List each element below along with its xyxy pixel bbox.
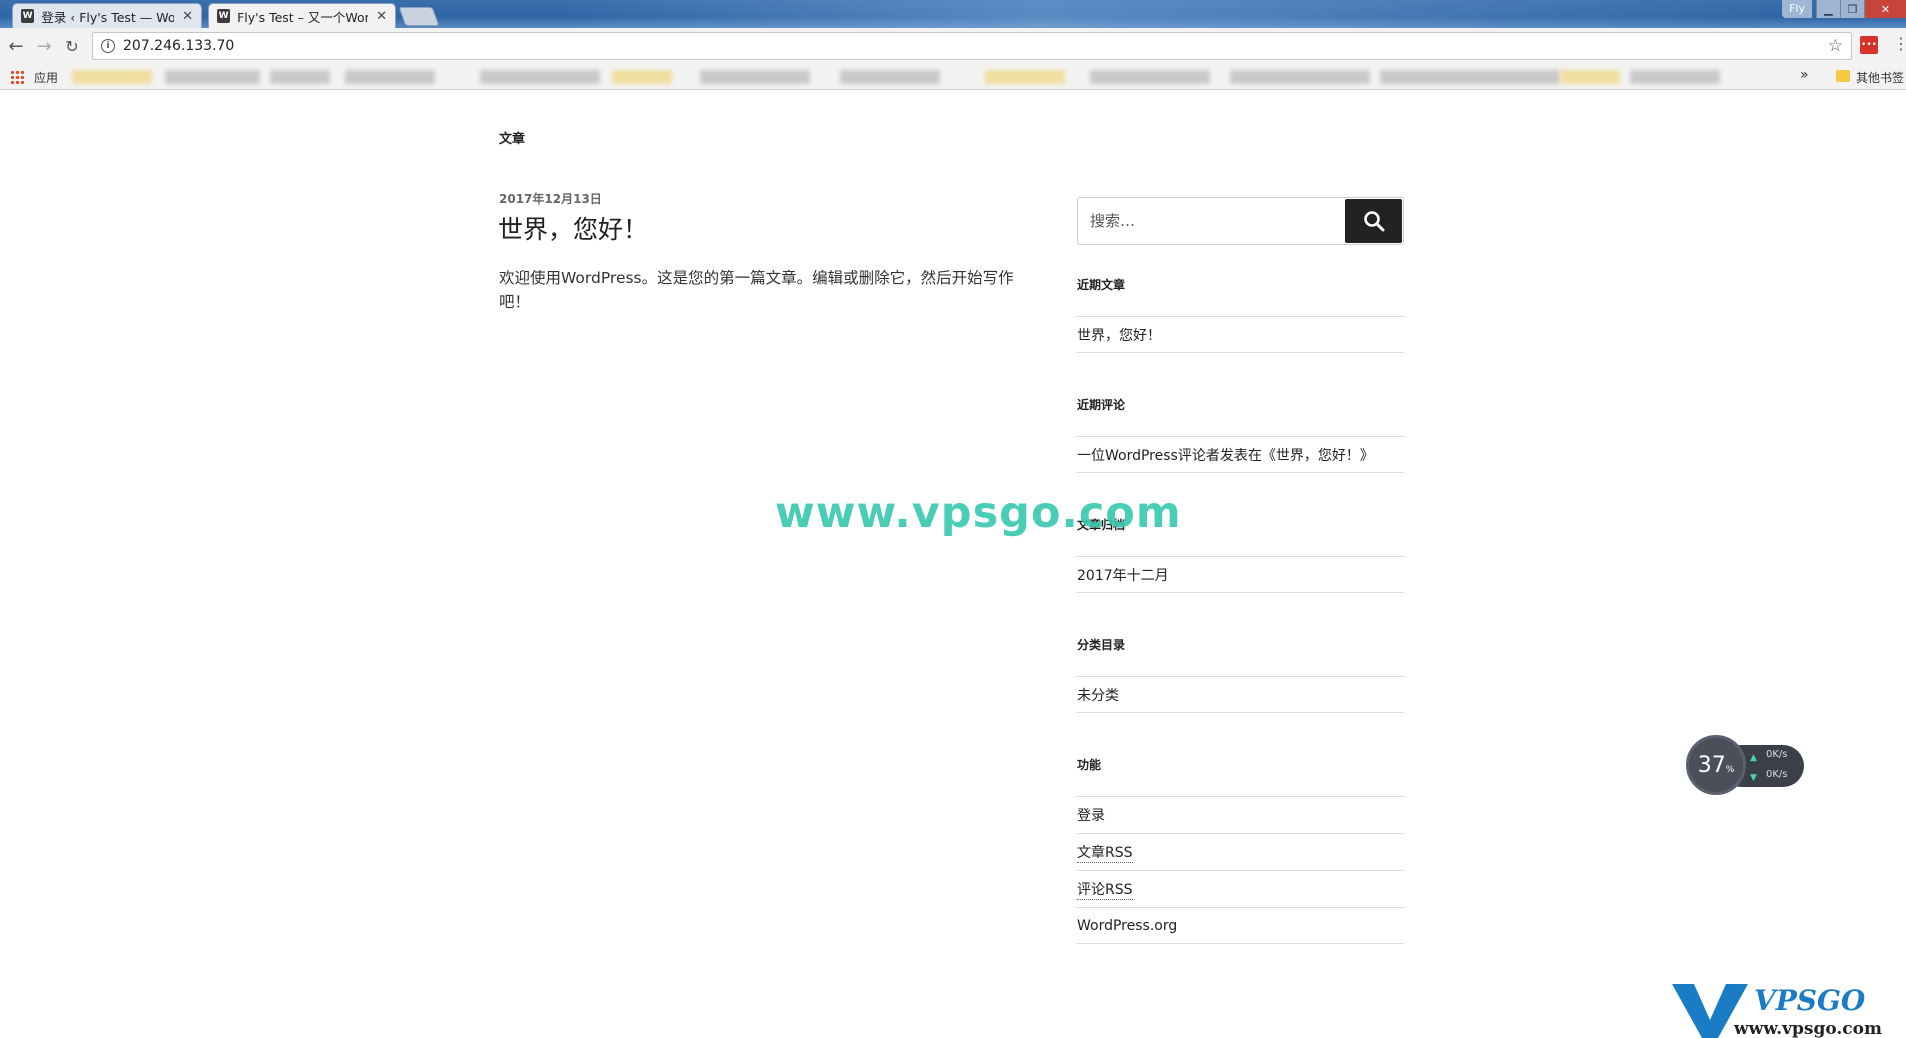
window-controls: Fly ▁ ❐ ✕ [1782, 0, 1906, 18]
widget-title-categories: 分类目录 [1077, 638, 1126, 652]
blurred-bookmark[interactable] [165, 70, 260, 84]
memory-usage-gauge: 37% [1686, 735, 1746, 795]
tab-home[interactable]: W Fly's Test – 又一个Word ✕ [208, 3, 396, 28]
tab-strip: W 登录 ‹ Fly's Test — Wor ✕ W Fly's Test –… [0, 0, 1906, 28]
blurred-bookmark[interactable] [612, 70, 672, 84]
vpsgo-logo: VPSGO www.vpsgo.com [1672, 980, 1906, 1038]
tab-login[interactable]: W 登录 ‹ Fly's Test — Wor ✕ [12, 3, 202, 28]
browser-toolbar: ← → ↻ i 207.246.133.70 ☆ ••• ⋮ [0, 28, 1906, 64]
list-item: 评论RSS [1077, 870, 1404, 907]
wordpress-org-link[interactable]: WordPress.org [1077, 918, 1177, 934]
recent-posts-list: 世界，您好！ [1077, 316, 1404, 353]
url-text: 207.246.133.70 [123, 38, 235, 54]
page-content: 文章 2017年12月13日 世界，您好！ 欢迎使用WordPress。这是您的… [0, 90, 1906, 1038]
blurred-bookmark[interactable] [1230, 70, 1370, 84]
list-item: 文章RSS [1077, 833, 1404, 870]
widget-title-recent-posts: 近期文章 [1077, 278, 1126, 292]
logo-text: VPSGO [1754, 984, 1866, 1017]
close-window-button[interactable]: ✕ [1864, 0, 1906, 18]
widget-title-recent-comments: 近期评论 [1077, 398, 1126, 412]
maximize-button[interactable]: ❐ [1840, 0, 1864, 18]
search-input[interactable] [1078, 198, 1346, 244]
browser-menu-icon[interactable]: ⋮ [1893, 34, 1906, 53]
logo-url: www.vpsgo.com [1733, 1019, 1882, 1038]
recent-post-link[interactable]: 世界，您好！ [1077, 325, 1161, 345]
new-tab-button[interactable] [398, 7, 440, 26]
blurred-bookmark[interactable] [1560, 70, 1620, 84]
bookmark-star-icon[interactable]: ☆ [1828, 36, 1843, 56]
bookmarks-bar: 应用 » 其他书签 [0, 64, 1906, 90]
blurred-bookmark[interactable] [345, 70, 435, 84]
post-date-link[interactable]: 2017年12月13日 [499, 190, 602, 207]
address-bar[interactable]: i 207.246.133.70 ☆ [92, 32, 1852, 60]
list-item: 未分类 [1077, 676, 1404, 713]
post-title-link[interactable]: 世界，您好！ [498, 210, 648, 246]
blurred-bookmark[interactable] [985, 70, 1065, 84]
categories-list: 未分类 [1077, 676, 1404, 713]
tab-title: 登录 ‹ Fly's Test — Wor [41, 9, 175, 25]
comments-rss-link[interactable]: 评论RSS [1077, 879, 1133, 900]
apps-bookmark[interactable]: 应用 [34, 69, 58, 86]
tab-title: Fly's Test – 又一个Word [237, 9, 369, 25]
list-item: 2017年十二月 [1077, 556, 1404, 593]
search-form [1077, 197, 1404, 245]
upload-speed: 0K/s [1766, 749, 1788, 760]
blurred-bookmark[interactable] [72, 70, 152, 84]
blurred-bookmark[interactable] [1630, 70, 1720, 84]
list-item: 一位WordPress评论者发表在《世界，您好！》 [1077, 436, 1404, 473]
archives-list: 2017年十二月 [1077, 556, 1404, 593]
download-speed: 0K/s [1766, 769, 1788, 780]
page-heading: 文章 [499, 132, 526, 147]
download-arrow-icon: ▼ [1750, 773, 1757, 783]
blurred-bookmark[interactable] [1090, 70, 1210, 84]
login-link[interactable]: 登录 [1077, 805, 1105, 825]
back-icon[interactable]: ← [6, 36, 26, 57]
list-item: WordPress.org [1077, 907, 1404, 944]
post-body: 欢迎使用WordPress。这是您的第一篇文章。编辑或删除它，然后开始写作吧！ [499, 269, 1014, 311]
wordpress-favicon-icon: W [21, 9, 35, 23]
entries-rss-link[interactable]: 文章RSS [1077, 842, 1133, 863]
recent-comment-link[interactable]: 一位WordPress评论者发表在《世界，您好！》 [1077, 445, 1374, 465]
recent-comments-list: 一位WordPress评论者发表在《世界，您好！》 [1077, 436, 1404, 473]
list-item: 登录 [1077, 796, 1404, 833]
sidebar: 近期文章 世界，您好！ 近期评论 一位WordPress评论者发表在《世界，您好… [1077, 197, 1404, 944]
wordpress-favicon-icon: W [217, 9, 231, 23]
usage-percent: 37 [1697, 752, 1726, 778]
blurred-bookmark[interactable] [270, 70, 330, 84]
close-tab-icon[interactable]: ✕ [376, 9, 387, 24]
category-link[interactable]: 未分类 [1077, 685, 1119, 705]
meta-list: 登录 文章RSS 评论RSS WordPress.org [1077, 796, 1404, 944]
forward-icon[interactable]: → [34, 36, 54, 57]
minimize-button[interactable]: ▁ [1816, 0, 1840, 18]
window-profile-label: Fly [1782, 0, 1812, 18]
blurred-bookmark[interactable] [480, 70, 600, 84]
widget-title-meta: 功能 [1077, 758, 1102, 772]
usage-unit: % [1725, 765, 1735, 775]
other-bookmarks[interactable]: 其他书签 [1856, 69, 1904, 86]
apps-grid-icon[interactable] [10, 70, 24, 84]
reload-icon[interactable]: ↻ [62, 37, 82, 56]
archive-link[interactable]: 2017年十二月 [1077, 565, 1169, 585]
list-item: 世界，您好！ [1077, 316, 1404, 353]
blurred-bookmark[interactable] [700, 70, 810, 84]
search-icon [1363, 211, 1384, 232]
folder-icon [1836, 70, 1850, 82]
search-button[interactable] [1345, 199, 1402, 243]
info-icon[interactable]: i [101, 39, 115, 53]
close-tab-icon[interactable]: ✕ [182, 9, 193, 24]
more-bookmarks-chevron[interactable]: » [1800, 67, 1809, 83]
network-speed-widget[interactable]: ▲ ▼ 0K/s 0K/s 37% [1686, 735, 1804, 795]
blurred-bookmark[interactable] [1380, 70, 1560, 84]
watermark-text: www.vpsgo.com [775, 488, 1182, 538]
upload-arrow-icon: ▲ [1750, 753, 1757, 763]
blurred-bookmark[interactable] [840, 70, 940, 84]
extension-icon[interactable]: ••• [1860, 36, 1878, 54]
